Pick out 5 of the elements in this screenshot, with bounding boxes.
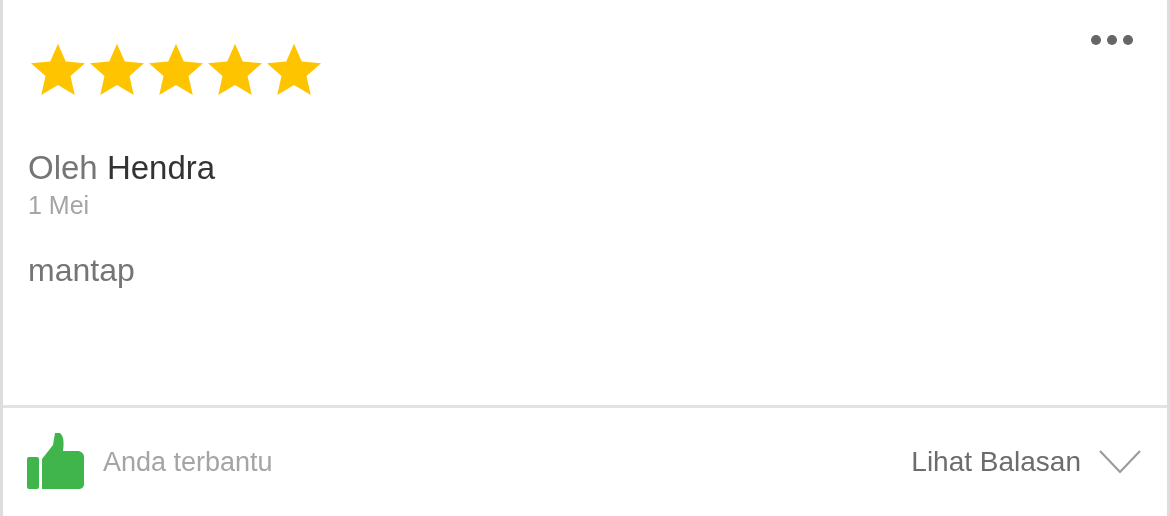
review-text: mantap xyxy=(27,251,136,290)
view-replies-button[interactable]: Lihat Balasan xyxy=(911,446,1141,478)
author-line: Oleh Hendra xyxy=(27,148,217,188)
review-date: 1 Mei xyxy=(27,190,91,220)
more-icon[interactable] xyxy=(1091,34,1133,46)
